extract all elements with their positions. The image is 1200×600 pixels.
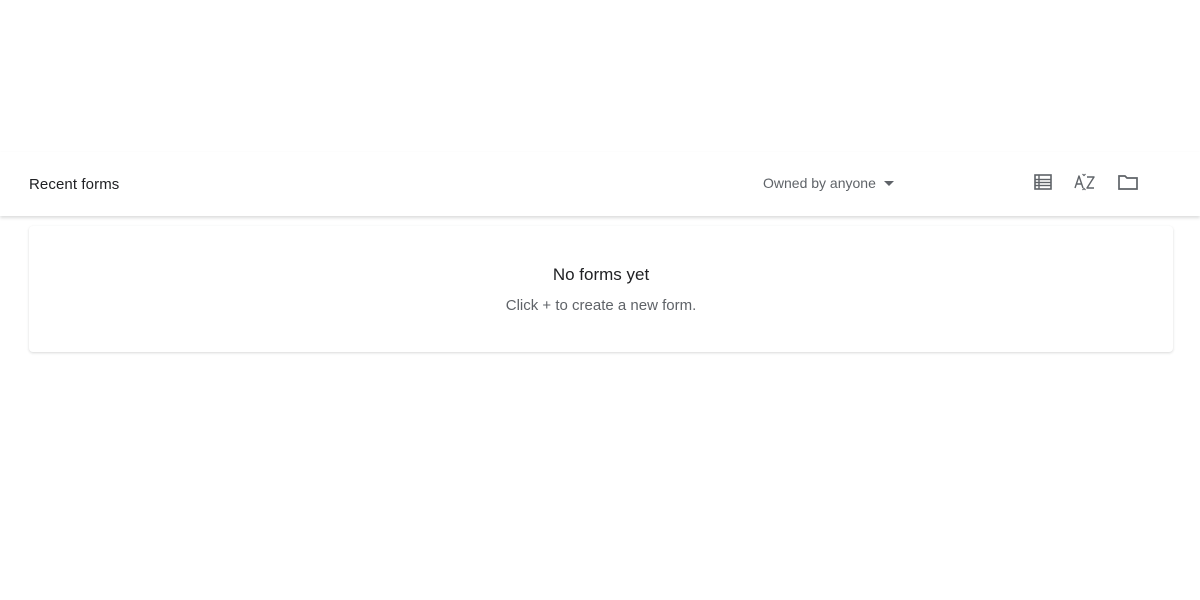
- folder-button[interactable]: [1116, 170, 1140, 194]
- recent-forms-title: Recent forms: [29, 176, 120, 193]
- dropdown-arrow-icon: [883, 181, 894, 186]
- empty-state-title: No forms yet: [552, 265, 650, 284]
- forms-home-page: Recent forms Owned by anyone No forms ye…: [0, 0, 1200, 600]
- sort-az-icon: [1074, 173, 1095, 191]
- empty-state-card: No forms yet Click + to create a new for…: [29, 226, 1173, 352]
- folder-icon: [1118, 175, 1138, 190]
- owner-filter-dropdown[interactable]: Owned by anyone: [763, 173, 894, 193]
- list-view-button[interactable]: [1031, 170, 1055, 194]
- recent-forms-header: Recent forms Owned by anyone: [0, 152, 1200, 216]
- sort-button[interactable]: [1073, 170, 1097, 194]
- owner-filter-label: Owned by anyone: [763, 175, 876, 191]
- list-view-icon: [1034, 174, 1052, 190]
- empty-state-subtitle: Click + to create a new form.: [505, 297, 697, 314]
